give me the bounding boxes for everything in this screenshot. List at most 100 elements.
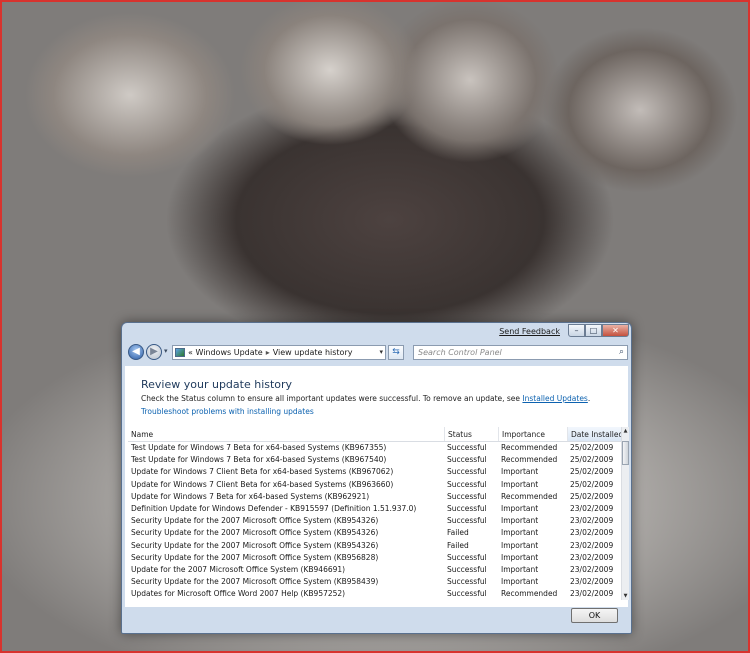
scroll-up-arrow-icon[interactable]: ▲ (622, 428, 629, 434)
update-date: 25/02/2009 (570, 467, 614, 477)
update-status: Successful (447, 491, 487, 501)
update-importance: Important (501, 564, 539, 574)
update-importance: Recommended (501, 589, 558, 599)
update-date: 25/02/2009 (570, 443, 614, 452)
table-row[interactable]: Definition Update for Windows Defender -… (128, 503, 621, 515)
table-row[interactable]: Update for Windows 7 Client Beta for x64… (128, 479, 621, 491)
update-status: Successful (447, 577, 487, 587)
update-importance: Important (501, 552, 539, 562)
update-importance: Important (501, 540, 539, 550)
instructions-body: Check the Status column to ensure all im… (141, 394, 523, 403)
update-importance: Important (501, 503, 539, 513)
update-importance: Important (501, 467, 539, 477)
update-list: Test Update for Windows 7 Beta for x64-b… (128, 442, 621, 600)
update-name: Security Update for the 2007 Microsoft O… (131, 577, 379, 587)
update-name: Security Update for the 2007 Microsoft O… (131, 540, 379, 550)
update-date: 23/02/2009 (570, 540, 614, 550)
breadcrumb-view-update-history[interactable]: View update history (273, 348, 353, 357)
update-date: 23/02/2009 (570, 528, 614, 538)
back-button[interactable]: ◀ (128, 344, 144, 360)
update-date: 25/02/2009 (570, 479, 614, 489)
update-status: Failed (447, 528, 469, 538)
ok-button[interactable]: OK (571, 608, 618, 623)
table-row[interactable]: Test Update for Windows 7 Beta for x64-b… (128, 454, 621, 466)
update-name: Security Update for the 2007 Microsoft O… (131, 528, 379, 538)
update-name: Test Update for Windows 7 Beta for x64-b… (131, 455, 387, 465)
breadcrumb-windows-update[interactable]: Windows Update (195, 348, 262, 357)
update-name: Updates for Microsoft Office Word 2007 H… (131, 589, 346, 599)
table-row[interactable]: Security Update for the 2007 Microsoft O… (128, 515, 621, 527)
update-importance: Important (501, 516, 539, 526)
table-row[interactable]: Security Update for the 2007 Microsoft O… (128, 576, 621, 588)
recent-pages-chevron-icon[interactable]: ▾ (164, 347, 168, 355)
breadcrumb-overflow[interactable]: « (188, 348, 193, 357)
breadcrumb-separator-icon: ▸ (265, 348, 270, 357)
update-date: 23/02/2009 (570, 589, 614, 599)
vertical-scrollbar[interactable]: ▲ ▼ (621, 427, 629, 600)
column-header-name[interactable]: Name (128, 427, 443, 441)
update-status: Successful (447, 564, 487, 574)
table-row[interactable]: Update for the 2007 Microsoft Office Sys… (128, 564, 621, 576)
send-feedback-link[interactable]: Send Feedback (499, 327, 560, 336)
table-row[interactable]: Test Update for Windows 7 Beta for x64-b… (128, 442, 621, 454)
update-date: 25/02/2009 (570, 491, 614, 501)
update-status: Failed (447, 540, 469, 550)
control-panel-icon (175, 348, 185, 357)
update-status: Successful (447, 503, 487, 513)
update-importance: Recommended (501, 455, 558, 465)
update-importance: Important (501, 528, 539, 538)
table-row[interactable]: Security Update for the 2007 Microsoft O… (128, 552, 621, 564)
update-status: Successful (447, 467, 487, 477)
update-history-window: Send Feedback – □ ✕ ◀ ▶ ▾ « Windows Upda… (121, 322, 632, 634)
update-importance: Recommended (501, 491, 558, 501)
update-importance: Important (501, 479, 539, 489)
table-row[interactable]: Update for Windows 7 Beta for x64-based … (128, 491, 621, 503)
column-header-date-installed[interactable]: Date Installed (567, 427, 623, 441)
update-date: 25/02/2009 (570, 455, 614, 465)
update-name: Update for Windows 7 Client Beta for x64… (131, 479, 394, 489)
update-name: Definition Update for Windows Defender -… (131, 503, 417, 513)
column-header-importance[interactable]: Importance (498, 427, 567, 441)
update-date: 23/02/2009 (570, 577, 614, 587)
update-name: Update for Windows 7 Beta for x64-based … (131, 491, 370, 501)
installed-updates-link[interactable]: Installed Updates (522, 394, 587, 403)
instructions-text: Check the Status column to ensure all im… (141, 394, 590, 403)
table-row[interactable]: Updates for Microsoft Office Word 2007 H… (128, 588, 621, 600)
troubleshoot-link[interactable]: Troubleshoot problems with installing up… (141, 407, 314, 416)
update-status: Successful (447, 552, 487, 562)
maximize-button[interactable]: □ (585, 324, 602, 337)
search-placeholder: Search Control Panel (418, 348, 502, 357)
scrollbar-thumb[interactable] (622, 441, 629, 465)
table-row[interactable]: Security Update for the 2007 Microsoft O… (128, 527, 621, 539)
update-date: 23/02/2009 (570, 503, 614, 513)
update-name: Security Update for the 2007 Microsoft O… (131, 552, 379, 562)
address-dropdown-icon[interactable]: ▾ (379, 346, 383, 359)
update-name: Update for the 2007 Microsoft Office Sys… (131, 564, 346, 574)
minimize-button[interactable]: – (568, 324, 585, 337)
navigation-bar: ◀ ▶ ▾ « Windows Update ▸ View update histo… (122, 341, 631, 365)
forward-button[interactable]: ▶ (146, 344, 162, 360)
search-input[interactable]: Search Control Panel ⌕ (413, 345, 628, 360)
title-bar: Send Feedback – □ ✕ (122, 323, 631, 341)
update-status: Successful (447, 589, 487, 599)
scroll-down-arrow-icon[interactable]: ▼ (622, 593, 629, 599)
update-importance: Recommended (501, 443, 558, 452)
update-name: Security Update for the 2007 Microsoft O… (131, 516, 379, 526)
update-status: Successful (447, 516, 487, 526)
table-header: Name Status Importance Date Installed (128, 427, 623, 442)
search-icon[interactable]: ⌕ (619, 346, 624, 359)
update-status: Successful (447, 479, 487, 489)
address-bar[interactable]: « Windows Update ▸ View update history ▾ (172, 345, 386, 360)
update-importance: Important (501, 577, 539, 587)
update-date: 23/02/2009 (570, 564, 614, 574)
update-date: 23/02/2009 (570, 516, 614, 526)
update-name: Update for Windows 7 Client Beta for x64… (131, 467, 394, 477)
content-pane: Review your update history Check the Sta… (125, 366, 629, 607)
table-row[interactable]: Security Update for the 2007 Microsoft O… (128, 540, 621, 552)
refresh-button[interactable]: ⇆ (388, 345, 404, 360)
close-button[interactable]: ✕ (602, 324, 629, 337)
instructions-period: . (587, 394, 591, 403)
column-header-status[interactable]: Status (444, 427, 498, 441)
update-status: Successful (447, 455, 487, 465)
table-row[interactable]: Update for Windows 7 Client Beta for x64… (128, 466, 621, 478)
